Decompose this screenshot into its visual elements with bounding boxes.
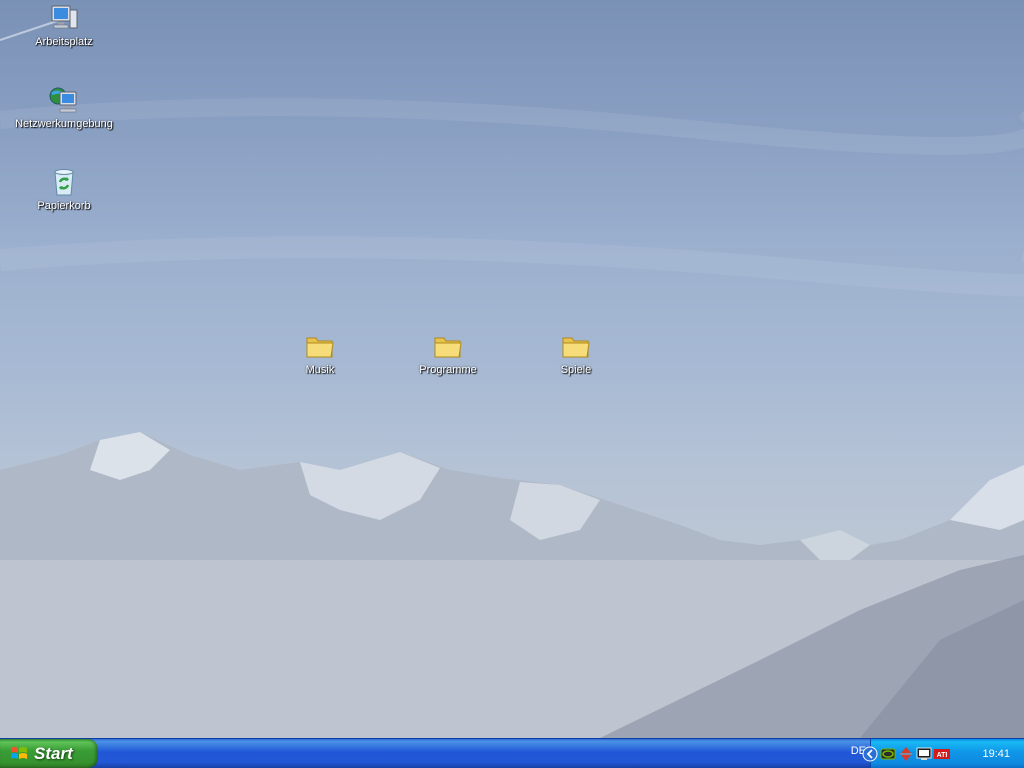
taskbar: Start DE ATI 19:41 [0,738,1024,768]
start-button[interactable]: Start [0,739,98,768]
expand-tray-icon[interactable] [862,746,878,762]
folder-icon [306,337,334,358]
folder-icon [562,337,590,358]
clock[interactable]: 19:41 [982,748,1010,760]
display-icon[interactable] [916,746,932,762]
desktop-icon-papierkorb[interactable]: Papierkorb [14,166,114,212]
folder-icon [434,337,462,358]
desktop[interactable]: Arbeitsplatz Netzwerkumgebung Papierkorb [0,0,1024,738]
netzwerkumgebung-label: Netzwerkumgebung [15,118,113,130]
wallpaper-mountains [0,19,1024,738]
desktop-folder-programme[interactable]: Programme [398,330,498,376]
start-label: Start [34,743,73,763]
ati-icon[interactable]: ATI [934,746,950,762]
my-computer-icon [51,5,78,29]
windows-logo-icon [11,746,27,759]
spiele-label: Spiele [560,364,592,376]
papierkorb-label: Papierkorb [37,200,91,212]
svg-text:ATI: ATI [937,752,948,759]
desktop-folder-spiele[interactable]: Spiele [526,330,626,376]
desktop-icon-netzwerkumgebung[interactable]: Netzwerkumgebung [14,84,114,130]
network-arrows-icon[interactable] [898,746,914,762]
recycle-bin-icon [54,169,74,196]
system-tray: ATI 19:41 [862,739,1024,768]
musik-label: Musik [305,364,335,376]
network-places-icon [49,87,77,113]
arbeitsplatz-label: Arbeitsplatz [35,36,93,48]
nvidia-icon[interactable] [880,746,896,762]
desktop-icon-arbeitsplatz[interactable]: Arbeitsplatz [14,2,114,48]
desktop-folder-musik[interactable]: Musik [270,330,370,376]
programme-label: Programme [419,364,477,376]
